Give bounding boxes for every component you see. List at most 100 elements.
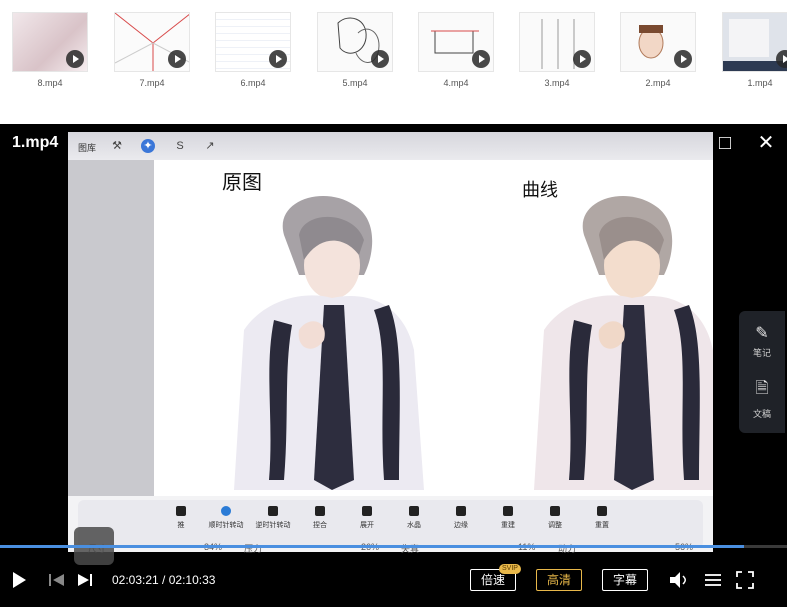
slider-pressure-label: 压力: [244, 544, 263, 554]
push-icon: [176, 506, 186, 516]
thumbnail-label: 3.mp4: [544, 78, 570, 88]
play-icon: [168, 50, 186, 68]
fullscreen-icon[interactable]: [736, 571, 754, 589]
tool-label: 边缘: [454, 522, 468, 529]
tool-reconstruct: 重建: [483, 506, 533, 530]
tool-expand: 展开: [342, 506, 392, 530]
thumbnail-label: 6.mp4: [240, 78, 266, 88]
thumbnail-label: 4.mp4: [443, 78, 469, 88]
tool-label: 顺时针转动: [208, 522, 244, 529]
thumbnail-label: 5.mp4: [342, 78, 368, 88]
reconstruct-icon: [503, 506, 513, 516]
slider-distortion-label: 失真: [401, 544, 420, 554]
video-player[interactable]: 1.mp4 □ ✕ 图库 ⚒ ✦ S ↗ 原图 曲线 推 顺时针转动 逆时针转动…: [0, 124, 787, 607]
thumbnail-image: [519, 12, 595, 72]
tool-twirl-left: 逆时针转动: [248, 506, 298, 530]
notes-button[interactable]: ✎ 笔记: [739, 323, 785, 359]
thumbnail-label: 1.mp4: [747, 78, 773, 88]
thumbnail-drawing: [729, 19, 769, 57]
playlist-icon[interactable]: [704, 572, 722, 588]
app-toolbar: 图库 ⚒ ✦ S ↗: [68, 132, 713, 160]
tool-label: 展开: [360, 522, 374, 529]
app-sidebar: [68, 160, 154, 496]
tool-label: 捏合: [313, 522, 327, 529]
tool-reset: 重置: [577, 506, 627, 530]
play-icon: [674, 50, 692, 68]
document-button[interactable]: 🗎 文稿: [739, 377, 785, 420]
reset-icon: [597, 506, 607, 516]
playlist-item[interactable]: 6.mp4: [215, 12, 291, 88]
thumbnail-label: 2.mp4: [645, 78, 671, 88]
svip-badge: SVIP: [499, 564, 521, 574]
play-icon: [472, 50, 490, 68]
current-time: 02:03:21: [112, 573, 159, 587]
tool-edge: 边缘: [436, 506, 486, 530]
tool-crystals: 水晶: [389, 506, 439, 530]
slider-momentum-label: 动力: [558, 544, 577, 554]
wrench-icon: ⚒: [112, 140, 122, 152]
expand-icon: [362, 506, 372, 516]
tool-push: 推: [156, 506, 206, 530]
quality-button[interactable]: 高清: [536, 569, 582, 591]
play-icon: [66, 50, 84, 68]
magic-wand-icon: ✦: [141, 139, 155, 153]
tool-adjust: 调整: [530, 506, 580, 530]
document-icon: 🗎: [755, 380, 769, 397]
thumbnail-image: [114, 12, 190, 72]
close-icon[interactable]: ✕: [755, 132, 777, 154]
time-display: 02:03:21 / 02:10:33: [112, 573, 215, 587]
play-icon: [776, 50, 787, 68]
tool-label: 调整: [548, 522, 562, 529]
document-label: 文稿: [752, 409, 771, 419]
tool-label: 重置: [595, 522, 609, 529]
notes-icon: ✎: [755, 325, 769, 342]
drawing-canvas: 原图 曲线: [154, 160, 713, 496]
progress-fill: [0, 545, 744, 548]
playlist-item[interactable]: 5.mp4: [317, 12, 393, 88]
total-duration: 02:10:33: [168, 573, 216, 587]
thumbnail-label: 7.mp4: [139, 78, 165, 88]
thumbnail-image: [722, 12, 787, 72]
playlist-item[interactable]: 4.mp4: [418, 12, 494, 88]
side-panel: ✎ 笔记 🗎 文稿: [739, 311, 785, 433]
playlist-strip: 8.mp4 7.mp4 6.mp4 5.mp4 4.mp4 3.mp4 2.mp…: [0, 0, 787, 124]
thumbnail-image: [418, 12, 494, 72]
character-figure-right: [534, 196, 713, 490]
edge-icon: [456, 506, 466, 516]
tool-twirl-right: 顺时针转动: [201, 506, 251, 530]
thumbnail-image: [317, 12, 393, 72]
tool-label: 重建: [501, 522, 515, 529]
tool-label: 推: [177, 522, 185, 529]
play-icon: [371, 50, 389, 68]
character-figure-left: [234, 196, 424, 490]
playlist-item-active[interactable]: 1.mp4: [722, 12, 787, 88]
time-separator: /: [158, 573, 169, 587]
tool-label: 水晶: [407, 522, 421, 529]
video-frame[interactable]: 图库 ⚒ ✦ S ↗ 原图 曲线 推 顺时针转动 逆时针转动 捏合 展开 水晶 …: [68, 132, 713, 552]
crystals-icon: [409, 506, 419, 516]
subtitle-button[interactable]: 字幕: [602, 569, 648, 591]
next-button[interactable]: [76, 573, 94, 587]
play-button[interactable]: [11, 571, 27, 589]
thumbnail-image: [215, 12, 291, 72]
thumbnail-image: [12, 12, 88, 72]
volume-icon[interactable]: [668, 570, 690, 590]
s-tool-icon: S: [176, 140, 184, 152]
thumbnail-label: 8.mp4: [37, 78, 63, 88]
playlist-item[interactable]: 8.mp4: [12, 12, 88, 88]
video-title: 1.mp4: [12, 134, 59, 151]
progress-bar[interactable]: [0, 545, 787, 548]
playlist-item[interactable]: 3.mp4: [519, 12, 595, 88]
playlist-item[interactable]: 2.mp4: [620, 12, 696, 88]
liquify-tool-tray: 推 顺时针转动 逆时针转动 捏合 展开 水晶 边缘 重建 调整 重置: [78, 500, 703, 548]
pinch-icon: [315, 506, 325, 516]
play-icon: [269, 50, 287, 68]
notes-label: 笔记: [752, 348, 771, 358]
tool-label: 逆时针转动: [255, 522, 291, 529]
previous-icon[interactable]: [48, 573, 66, 587]
playlist-item[interactable]: 7.mp4: [114, 12, 190, 88]
thumbnail-image: [620, 12, 696, 72]
minimize-icon[interactable]: □: [714, 132, 736, 154]
play-icon: [573, 50, 591, 68]
tool-pinch: 捏合: [295, 506, 345, 530]
